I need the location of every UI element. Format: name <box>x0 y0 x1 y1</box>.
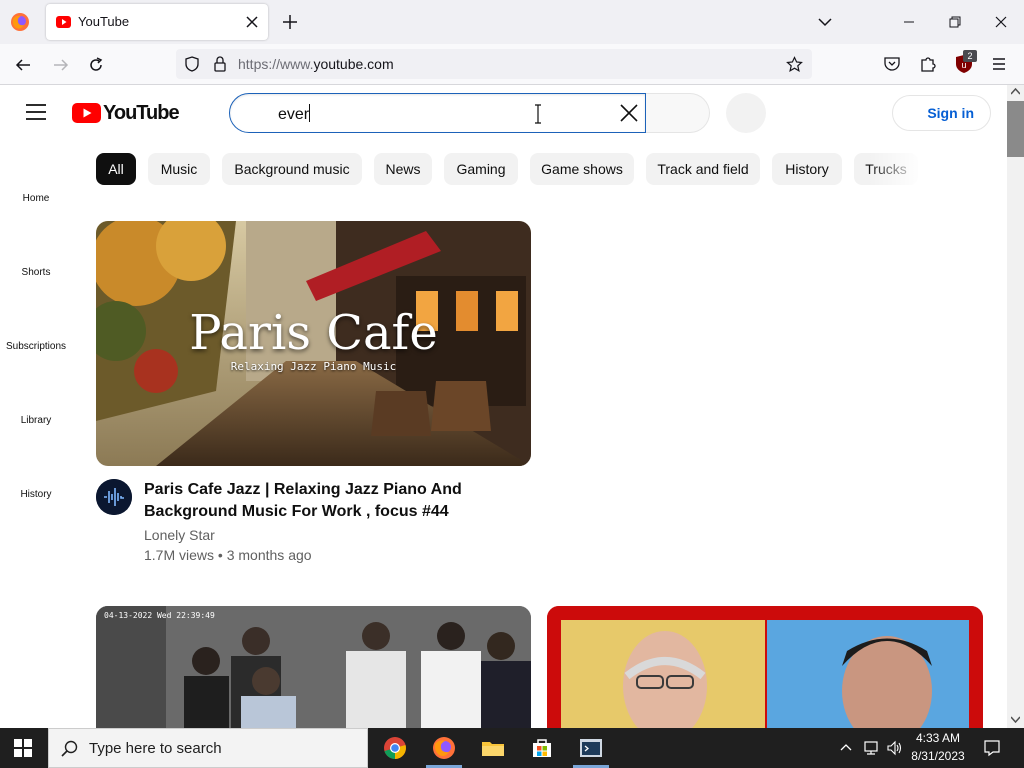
video-thumbnail[interactable] <box>547 606 983 728</box>
sidebar-item-home[interactable]: Home <box>0 193 72 204</box>
youtube-page: YouTube ever Sign in All Music Backgroun… <box>0 85 1024 728</box>
sidebar-item-label: Subscriptions <box>5 341 67 352</box>
sidebar-item-label: Library <box>20 415 52 426</box>
pocket-icon[interactable] <box>883 55 901 73</box>
cctv-crowd-illustration <box>96 606 531 728</box>
search-input-value: ever <box>278 104 311 123</box>
page-scrollbar[interactable] <box>1007 85 1024 728</box>
search-icon <box>61 740 79 758</box>
clock-date[interactable]: 8/31/2023 <box>908 749 968 763</box>
thumbnail-title-text: Paris Cafe <box>189 305 438 361</box>
browser-tab-youtube[interactable]: YouTube <box>46 4 268 40</box>
view-count: 1.7M views <box>144 547 215 563</box>
text-caret <box>309 104 311 122</box>
window-minimize-icon[interactable] <box>900 14 918 30</box>
sidebar-item-label: Home <box>22 193 50 204</box>
youtube-favicon-icon <box>56 15 71 29</box>
reload-icon[interactable] <box>87 56 105 74</box>
taskbar-search-placeholder: Type here to search <box>89 740 222 757</box>
sign-in-button[interactable]: Sign in <box>892 95 991 131</box>
youtube-play-logo-icon <box>72 103 101 123</box>
file-explorer-icon[interactable] <box>481 736 505 760</box>
new-tab-plus-icon[interactable] <box>281 13 299 31</box>
chip-music[interactable]: Music <box>148 153 210 185</box>
hamburger-menu-icon[interactable] <box>991 56 1007 72</box>
network-icon[interactable] <box>862 740 880 756</box>
youtube-logo-text: YouTube <box>103 102 180 124</box>
search-input[interactable]: ever <box>229 93 646 133</box>
sidebar-item-history[interactable]: History <box>0 489 72 500</box>
upload-age: 3 months ago <box>226 547 312 563</box>
list-all-tabs-chevron-down-icon[interactable] <box>817 14 833 30</box>
chip-all[interactable]: All <box>96 153 136 185</box>
chip-track-and-field[interactable]: Track and field <box>646 153 760 185</box>
clock-time[interactable]: 4:33 AM <box>908 731 968 745</box>
firefox-taskbar-icon[interactable] <box>432 736 456 760</box>
forward-arrow-icon[interactable] <box>52 56 70 74</box>
sidebar-item-shorts[interactable]: Shorts <box>0 267 72 278</box>
chip-game-shows[interactable]: Game shows <box>530 153 634 185</box>
cctv-timestamp: 04-13-2022 Wed 22:39:49 <box>104 611 215 620</box>
taskbar-search-box[interactable]: Type here to search <box>48 728 368 768</box>
channel-avatar[interactable] <box>96 479 132 515</box>
scroll-up-arrow-icon[interactable] <box>1011 88 1020 95</box>
video-metadata: 1.7M views • 3 months ago <box>144 547 312 563</box>
video-title[interactable]: Paris Cafe Jazz | Relaxing Jazz Piano An… <box>144 479 474 523</box>
thumbnail-subtitle-text: Relaxing Jazz Piano Music <box>230 360 397 373</box>
youtube-logo[interactable]: YouTube <box>72 102 180 124</box>
channel-name[interactable]: Lonely Star <box>144 527 215 543</box>
close-tab-icon[interactable] <box>244 14 260 30</box>
back-arrow-icon[interactable] <box>14 56 32 74</box>
chip-bar-fade <box>868 153 948 185</box>
video-thumbnail[interactable]: Paris Cafe Relaxing Jazz Piano Music <box>96 221 531 466</box>
windows-taskbar: Type here to search 4:33 AM 8/31/2023 <box>0 728 1024 768</box>
text-i-beam-cursor-icon <box>533 104 543 124</box>
window-restore-icon[interactable] <box>946 13 964 31</box>
sidebar-item-label: Shorts <box>21 267 51 278</box>
firefox-icon[interactable] <box>10 12 30 32</box>
search-button[interactable] <box>646 93 710 133</box>
url-bar[interactable]: https://www.youtube.com <box>176 49 812 79</box>
chip-background-music[interactable]: Background music <box>222 153 362 185</box>
voice-search-button[interactable] <box>726 93 766 133</box>
window-close-icon[interactable] <box>992 13 1010 31</box>
windows-start-icon[interactable] <box>14 739 32 757</box>
tracking-protection-shield-icon[interactable] <box>184 56 200 72</box>
sidebar-item-label: History <box>20 489 52 500</box>
chip-news[interactable]: News <box>374 153 432 185</box>
scroll-down-arrow-icon[interactable] <box>1011 716 1020 723</box>
terminal-app-icon[interactable] <box>579 736 603 760</box>
url-text[interactable]: https://www.youtube.com <box>238 56 394 72</box>
microsoft-store-icon[interactable] <box>530 736 554 760</box>
browser-tab-strip: YouTube <box>0 0 1024 44</box>
show-hidden-icons-chevron-up-icon[interactable] <box>840 742 852 754</box>
sidebar-item-library[interactable]: Library <box>0 415 72 426</box>
guide-menu-icon[interactable] <box>26 104 46 120</box>
sidebar-item-subscriptions[interactable]: Subscriptions <box>0 341 72 352</box>
notifications-icon[interactable] <box>983 739 1001 757</box>
scrollbar-thumb[interactable] <box>1007 101 1024 157</box>
extension-badge-count: 2 <box>963 50 977 62</box>
chrome-icon[interactable] <box>383 736 407 760</box>
news-split-screen-illustration <box>547 606 983 728</box>
extensions-puzzle-icon[interactable] <box>919 54 938 73</box>
sound-wave-icon <box>96 479 132 515</box>
clear-search-x-icon[interactable] <box>619 103 639 123</box>
browser-nav-bar: https://www.youtube.com u 2 <box>0 44 1024 85</box>
volume-speaker-icon[interactable] <box>886 740 904 756</box>
lock-icon[interactable] <box>212 55 228 73</box>
chip-history[interactable]: History <box>772 153 842 185</box>
video-thumbnail[interactable]: 04-13-2022 Wed 22:39:49 <box>96 606 531 728</box>
bookmark-star-icon[interactable] <box>786 56 803 73</box>
chip-gaming[interactable]: Gaming <box>444 153 518 185</box>
tab-title: YouTube <box>78 14 130 29</box>
